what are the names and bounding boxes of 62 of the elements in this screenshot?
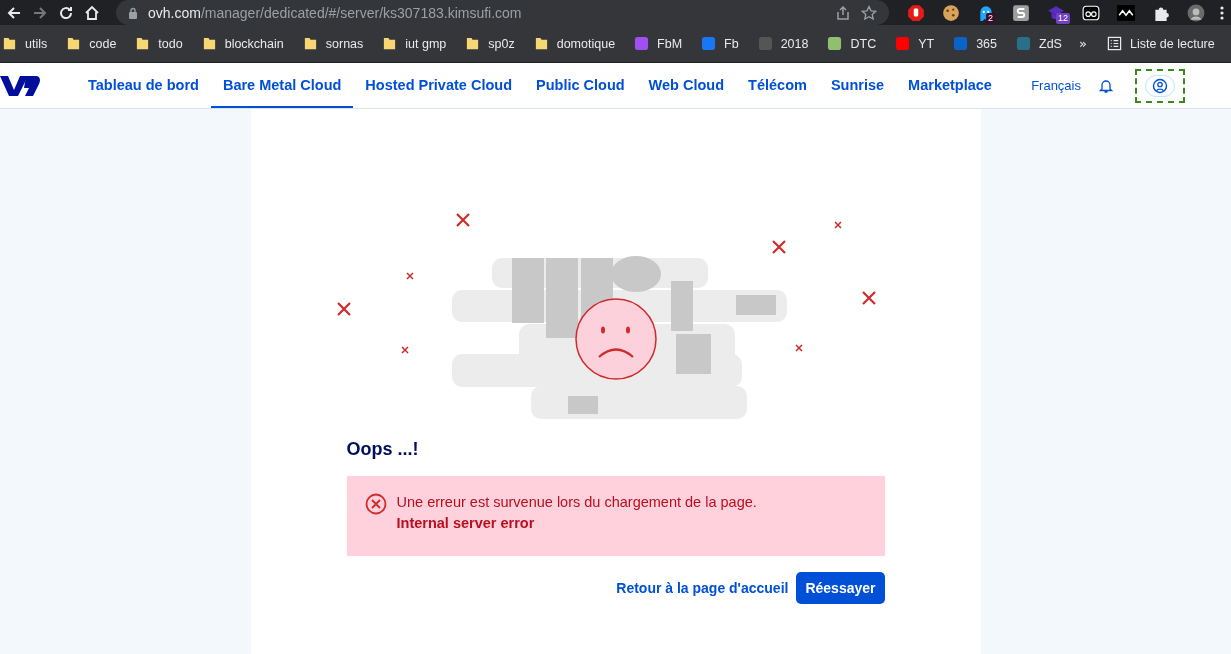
bookmark[interactable]: blockchain — [201, 36, 292, 51]
bookmark[interactable]: todo — [135, 36, 191, 51]
notification-bell-icon[interactable] — [1099, 77, 1113, 94]
nav-tab[interactable]: Hosted Private Cloud — [353, 63, 524, 108]
folder-icon — [201, 36, 217, 51]
home-icon[interactable] — [84, 4, 100, 21]
more-bookmarks-button[interactable]: » — [1078, 36, 1087, 51]
folder-icon — [382, 36, 398, 51]
star-icon[interactable] — [861, 4, 877, 21]
reading-list-button[interactable]: Liste de lecture — [1106, 36, 1223, 51]
bookmark[interactable]: domotique — [533, 36, 624, 51]
folder-icon — [533, 36, 549, 51]
share-icon[interactable] — [835, 4, 851, 21]
logo-icon[interactable] — [0, 73, 40, 98]
error-icon — [364, 493, 387, 515]
back-icon[interactable] — [6, 4, 22, 21]
folder-icon — [135, 36, 151, 51]
bookmark[interactable]: ZdS — [1016, 36, 1070, 51]
bookmark[interactable]: YT — [895, 36, 943, 51]
address-bar[interactable]: ovh.com/manager/dedicated/#/server/ks307183.kimsufi.com — [116, 0, 889, 25]
nav-tab[interactable]: Sunrise — [818, 63, 897, 108]
profile-avatar-icon[interactable] — [1187, 3, 1205, 22]
extension-badge: 12 — [1056, 12, 1070, 24]
retry-button[interactable]: Réessayer — [796, 572, 885, 604]
nav-tab[interactable]: Tableau de bord — [76, 63, 211, 108]
extension-badge: 2 — [986, 12, 995, 24]
bookmark[interactable]: FbM — [634, 36, 691, 51]
lock-icon — [128, 6, 138, 19]
bookmark[interactable]: iut gmp — [382, 36, 455, 51]
bookmark[interactable]: 2018 — [757, 36, 817, 51]
letter-s-icon[interactable] — [1012, 3, 1030, 22]
list-icon — [1106, 36, 1122, 51]
forward-icon[interactable] — [32, 4, 48, 21]
mountain-icon[interactable] — [1117, 3, 1135, 22]
eyes-icon[interactable] — [1082, 3, 1100, 22]
folder-icon — [302, 36, 318, 51]
nav-tab[interactable]: Public Cloud — [524, 63, 637, 108]
menu-icon[interactable] — [1219, 4, 1225, 21]
bookmark[interactable]: DTC — [827, 36, 885, 51]
nav-tab[interactable]: Télécom — [736, 63, 819, 108]
language-link[interactable]: Français — [1031, 78, 1081, 93]
cookie-icon[interactable] — [942, 3, 960, 22]
nav-tab[interactable]: Web Cloud — [636, 63, 737, 108]
bookmark[interactable]: utils — [2, 36, 56, 51]
nav-tab[interactable]: Marketplace — [896, 63, 1004, 108]
bookmark[interactable]: sp0z — [465, 36, 523, 51]
stop-hand-icon[interactable] — [907, 3, 925, 22]
bookmark[interactable]: code — [66, 36, 125, 51]
error-message: Une erreur est survenue lors du chargement de la page. — [396, 493, 757, 510]
folder-icon — [465, 36, 481, 51]
folder-icon — [2, 36, 17, 51]
user-account-button[interactable] — [1145, 74, 1175, 97]
bookmark[interactable]: 365 — [953, 36, 1006, 51]
bookmark[interactable]: sornas — [302, 36, 372, 51]
error-title: Oops ...! — [346, 439, 420, 460]
folder-icon — [66, 36, 82, 51]
reload-icon[interactable] — [58, 4, 74, 21]
url-text: ovh.com/manager/dedicated/#/server/ks307183.kimsufi.com — [148, 4, 522, 21]
user-icon — [1152, 77, 1168, 94]
bookmark[interactable]: Fb — [701, 36, 747, 51]
home-page-link[interactable]: Retour à la page d'accueil — [616, 580, 789, 596]
error-detail: Internal server error — [396, 515, 536, 531]
